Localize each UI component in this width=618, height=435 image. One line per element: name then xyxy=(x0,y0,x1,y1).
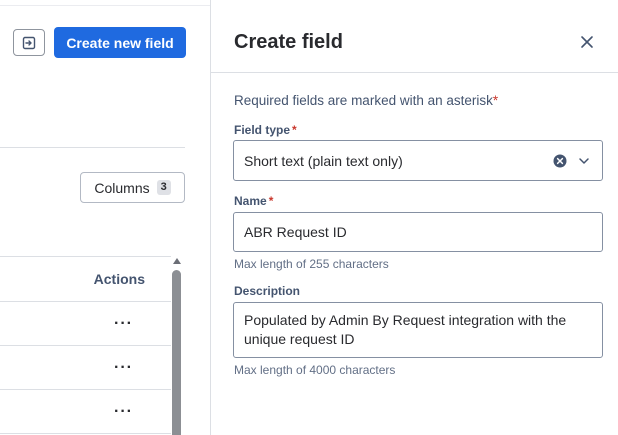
field-type-label-text: Field type xyxy=(234,123,291,137)
description-textarea[interactable]: Populated by Admin By Request integratio… xyxy=(233,302,603,358)
scrollbar-thumb[interactable] xyxy=(172,270,181,435)
chevron-down-icon[interactable] xyxy=(578,155,590,167)
more-actions-button[interactable]: ··· xyxy=(114,403,133,419)
required-fields-note: Required fields are marked with an aster… xyxy=(234,93,498,108)
name-helper-text: Max length of 255 characters xyxy=(234,257,389,271)
table-row: ··· xyxy=(0,302,171,346)
required-asterisk: * xyxy=(292,123,297,137)
panel-toggle-button[interactable] xyxy=(13,29,45,56)
columns-button-label: Columns xyxy=(94,179,150,196)
name-input[interactable]: ABR Request ID xyxy=(233,212,603,252)
table-row: ··· xyxy=(0,346,171,390)
fields-table: Actions ··· ··· ··· xyxy=(0,256,171,434)
columns-button[interactable]: Columns 3 xyxy=(80,172,185,203)
close-button[interactable] xyxy=(577,32,597,52)
top-divider xyxy=(0,5,210,6)
background-page: Create new field Columns 3 Actions ··· ·… xyxy=(0,0,210,435)
description-helper-text: Max length of 4000 characters xyxy=(234,363,396,377)
more-actions-button[interactable]: ··· xyxy=(114,359,133,375)
scroll-up-arrow-icon[interactable] xyxy=(173,258,181,264)
description-label: Description xyxy=(234,284,301,298)
panel-title: Create field xyxy=(234,31,343,53)
panel-header: Create field xyxy=(211,0,618,73)
name-label: Name * xyxy=(234,194,273,208)
table-scrollbar[interactable] xyxy=(171,256,183,435)
table-row: ··· xyxy=(0,390,171,434)
required-asterisk: * xyxy=(492,93,499,108)
close-icon xyxy=(581,36,593,48)
columns-count-badge: 3 xyxy=(156,180,171,195)
required-note-text: Required fields are marked with an aster… xyxy=(234,93,493,108)
required-asterisk: * xyxy=(268,194,274,208)
create-field-panel: Create field Required fields are marked … xyxy=(210,0,618,435)
section-divider xyxy=(0,147,185,148)
field-type-value: Short text (plain text only) xyxy=(244,153,403,169)
name-label-text: Name xyxy=(234,194,267,208)
field-type-select[interactable]: Short text (plain text only) xyxy=(233,140,603,181)
panel-toggle-icon xyxy=(22,36,36,49)
table-header-row: Actions xyxy=(0,256,171,302)
actions-column-header: Actions xyxy=(93,271,145,287)
clear-icon[interactable] xyxy=(553,154,567,168)
more-actions-button[interactable]: ··· xyxy=(114,315,133,331)
create-new-field-button[interactable]: Create new field xyxy=(54,27,186,58)
field-type-label: Field type * xyxy=(234,123,297,137)
